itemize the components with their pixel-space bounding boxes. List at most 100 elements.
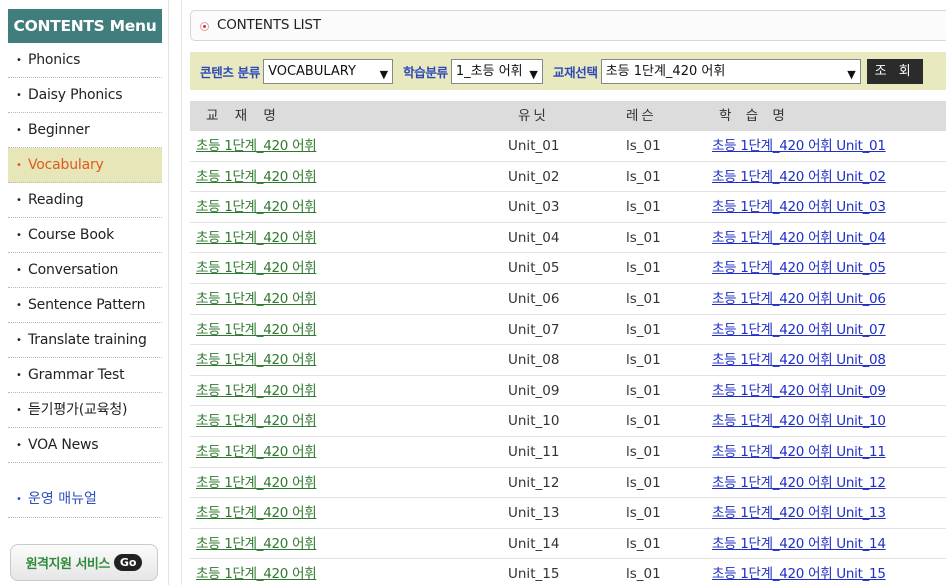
- unit-cell: Unit_06: [508, 290, 560, 307]
- lesson-cell: ls_01: [626, 566, 661, 583]
- table-row: 초등 1단계_420 어휘 Unit_15 ls_01 초등 1단계_420 어휘 U…: [190, 559, 946, 585]
- sidebar-item-listening-test[interactable]: • 듣기평가(교육청): [8, 393, 162, 428]
- book-link[interactable]: 초등 1단계_420 어휘: [196, 223, 317, 253]
- table-row: 초등 1단계_420 어휘 Unit_02 ls_01 초등 1단계_420 어휘 U…: [190, 162, 946, 193]
- study-title-link[interactable]: 초등 1단계_420 어휘 Unit_05: [712, 253, 886, 283]
- sidebar-item-label: VOA News: [28, 437, 99, 453]
- table-row: 초등 1단계_420 어휘 Unit_09 ls_01 초등 1단계_420 어휘 U…: [190, 376, 946, 407]
- table-row: 초등 1단계_420 어휘 Unit_12 ls_01 초등 1단계_420 어휘 U…: [190, 468, 946, 499]
- table-row: 초등 1단계_420 어휘 Unit_13 ls_01 초등 1단계_420 어휘 U…: [190, 498, 946, 529]
- title-bar: CONTENTS LIST: [190, 10, 946, 41]
- book-link[interactable]: 초등 1단계_420 어휘: [196, 192, 317, 222]
- study-title-link[interactable]: 초등 1단계_420 어휘 Unit_02: [712, 162, 886, 192]
- sidebar-item-sentence-pattern[interactable]: • Sentence Pattern: [8, 288, 162, 323]
- sidebar-item-manual[interactable]: • 운영 매뉴얼: [8, 481, 162, 518]
- lesson-cell: ls_01: [626, 321, 661, 338]
- table-row: 초등 1단계_420 어휘 Unit_04 ls_01 초등 1단계_420 어휘 U…: [190, 223, 946, 254]
- book-link[interactable]: 초등 1단계_420 어휘: [196, 498, 317, 528]
- header-book: 교 재 명: [206, 108, 282, 124]
- bullet-icon: •: [16, 195, 22, 206]
- bullet-icon: •: [16, 230, 22, 241]
- bullet-icon: •: [16, 494, 22, 505]
- book-link[interactable]: 초등 1단계_420 어휘: [196, 345, 317, 375]
- content-category-value: VOCABULARY: [268, 63, 356, 79]
- bullet-icon: •: [16, 55, 22, 66]
- book-select-value: 초등 1단계_420 어휘: [605, 63, 726, 79]
- table-row: 초등 1단계_420 어휘 Unit_03 ls_01 초등 1단계_420 어휘 U…: [190, 192, 946, 223]
- book-link[interactable]: 초등 1단계_420 어휘: [196, 131, 317, 161]
- sidebar-item-phonics[interactable]: • Phonics: [8, 43, 162, 78]
- lesson-cell: ls_01: [626, 229, 661, 246]
- book-link[interactable]: 초등 1단계_420 어휘: [196, 406, 317, 436]
- sidebar-divider-outer: [181, 0, 182, 585]
- book-link[interactable]: 초등 1단계_420 어휘: [196, 162, 317, 192]
- sidebar-item-reading[interactable]: • Reading: [8, 183, 162, 218]
- sidebar-item-label: Grammar Test: [28, 367, 125, 383]
- search-button[interactable]: 조 회: [866, 58, 923, 84]
- study-category-value: 1_초등 어휘: [455, 63, 523, 79]
- sidebar-item-voa-news[interactable]: • VOA News: [8, 428, 162, 463]
- book-link[interactable]: 초등 1단계_420 어휘: [196, 468, 317, 498]
- unit-cell: Unit_12: [508, 474, 560, 491]
- study-category-select[interactable]: 1_초등 어휘 ▼: [450, 58, 543, 84]
- sidebar-item-course-book[interactable]: • Course Book: [8, 218, 162, 253]
- sidebar-item-translate-training[interactable]: • Translate training: [8, 323, 162, 358]
- sidebar-item-label: Sentence Pattern: [28, 297, 146, 313]
- lesson-cell: ls_01: [626, 260, 661, 277]
- remote-support-button[interactable]: 원격지원 서비스 Go: [10, 544, 158, 581]
- sidebar-item-beginner[interactable]: • Beginner: [8, 113, 162, 148]
- sidebar-divider: [168, 0, 169, 585]
- lesson-cell: ls_01: [626, 290, 661, 307]
- header-unit: 유닛: [518, 108, 549, 124]
- study-title-link[interactable]: 초등 1단계_420 어휘 Unit_13: [712, 498, 886, 528]
- study-title-link[interactable]: 초등 1단계_420 어휘 Unit_10: [712, 406, 886, 436]
- bullet-icon: •: [16, 90, 22, 101]
- study-title-link[interactable]: 초등 1단계_420 어휘 Unit_07: [712, 315, 886, 345]
- page-title: CONTENTS LIST: [217, 17, 321, 33]
- table-row: 초등 1단계_420 어휘 Unit_01 ls_01 초등 1단계_420 어휘 U…: [190, 131, 946, 162]
- lesson-cell: ls_01: [626, 168, 661, 185]
- unit-cell: Unit_09: [508, 382, 560, 399]
- study-title-link[interactable]: 초등 1단계_420 어휘 Unit_01: [712, 131, 886, 161]
- unit-cell: Unit_07: [508, 321, 560, 338]
- go-badge: Go: [113, 554, 143, 571]
- study-title-link[interactable]: 초등 1단계_420 어휘 Unit_15: [712, 559, 886, 585]
- remote-support-label: 원격지원 서비스: [25, 557, 111, 572]
- book-select[interactable]: 초등 1단계_420 어휘 ▼: [600, 58, 861, 84]
- sidebar-item-conversation[interactable]: • Conversation: [8, 253, 162, 288]
- table-row: 초등 1단계_420 어휘 Unit_10 ls_01 초등 1단계_420 어휘 U…: [190, 406, 946, 437]
- sidebar-item-vocabulary[interactable]: • Vocabulary: [8, 148, 162, 183]
- study-title-link[interactable]: 초등 1단계_420 어휘 Unit_08: [712, 345, 886, 375]
- sidebar-item-label: Reading: [28, 192, 84, 208]
- book-link[interactable]: 초등 1단계_420 어휘: [196, 376, 317, 406]
- bullet-icon: •: [16, 125, 22, 136]
- sidebar-item-grammar-test[interactable]: • Grammar Test: [8, 358, 162, 393]
- study-title-link[interactable]: 초등 1단계_420 어휘 Unit_11: [712, 437, 886, 467]
- book-link[interactable]: 초등 1단계_420 어휘: [196, 529, 317, 559]
- study-title-link[interactable]: 초등 1단계_420 어휘 Unit_06: [712, 284, 886, 314]
- book-link[interactable]: 초등 1단계_420 어휘: [196, 559, 317, 585]
- study-title-link[interactable]: 초등 1단계_420 어휘 Unit_03: [712, 192, 886, 222]
- table-row: 초등 1단계_420 어휘 Unit_06 ls_01 초등 1단계_420 어휘 U…: [190, 284, 946, 315]
- book-link[interactable]: 초등 1단계_420 어휘: [196, 253, 317, 283]
- unit-cell: Unit_15: [508, 566, 560, 583]
- study-title-link[interactable]: 초등 1단계_420 어휘 Unit_09: [712, 376, 886, 406]
- book-link[interactable]: 초등 1단계_420 어휘: [196, 315, 317, 345]
- study-title-link[interactable]: 초등 1단계_420 어휘 Unit_12: [712, 468, 886, 498]
- unit-cell: Unit_03: [508, 199, 560, 216]
- table-header: 교 재 명 유닛 레슨 학 습 명: [190, 101, 946, 131]
- table-body: 초등 1단계_420 어휘 Unit_01 ls_01 초등 1단계_420 어휘 U…: [190, 131, 946, 585]
- book-link[interactable]: 초등 1단계_420 어휘: [196, 437, 317, 467]
- unit-cell: Unit_11: [508, 443, 560, 460]
- book-link[interactable]: 초등 1단계_420 어휘: [196, 284, 317, 314]
- bullet-icon: •: [16, 405, 22, 416]
- unit-cell: Unit_04: [508, 229, 560, 246]
- sidebar-item-daisy-phonics[interactable]: • Daisy Phonics: [8, 78, 162, 113]
- study-title-link[interactable]: 초등 1단계_420 어휘 Unit_04: [712, 223, 886, 253]
- red-dot-icon: [200, 22, 209, 31]
- filter-bar: 콘텐츠 분류 VOCABULARY ▼ 학습분류 1_초등 어휘 ▼ 교재선택 …: [190, 52, 946, 90]
- study-title-link[interactable]: 초등 1단계_420 어휘 Unit_14: [712, 529, 886, 559]
- content-category-select[interactable]: VOCABULARY ▼: [263, 58, 394, 84]
- unit-cell: Unit_13: [508, 505, 560, 522]
- sidebar-item-label: Conversation: [28, 262, 119, 278]
